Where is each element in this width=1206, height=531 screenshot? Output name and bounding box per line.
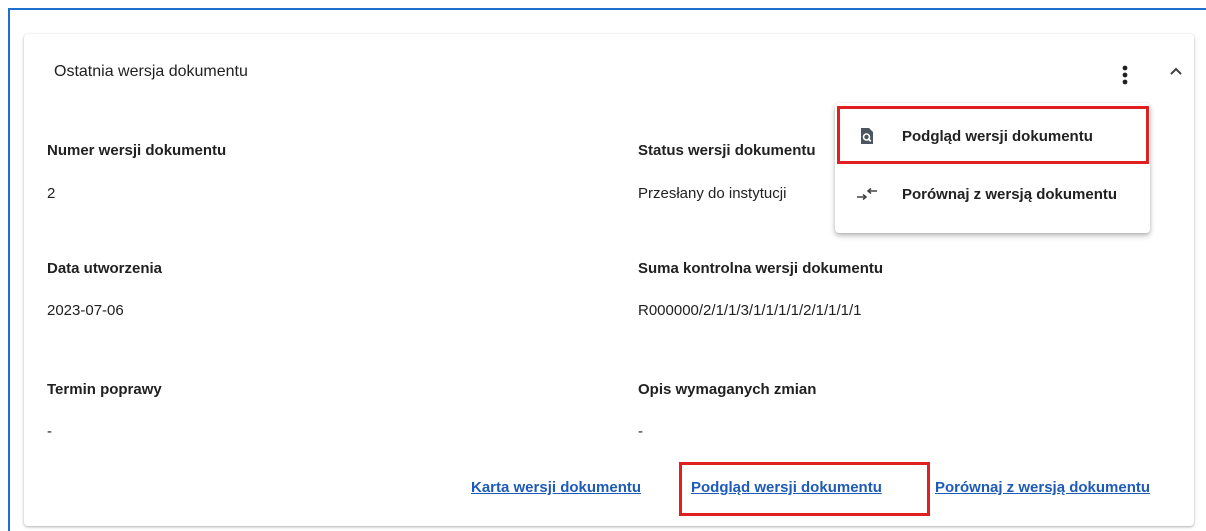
required-changes-value: -	[638, 423, 643, 440]
correction-deadline-label: Termin poprawy	[47, 381, 162, 398]
version-status-value: Przesłany do instytucji	[638, 185, 787, 202]
correction-deadline-value: -	[47, 423, 52, 440]
checksum-value: R000000/2/1/1/3/1/1/1/1/2/1/1/1/1	[638, 302, 862, 319]
creation-date-value: 2023-07-06	[47, 302, 124, 319]
menu-item-compare[interactable]: Porównaj z wersją dokumentu	[835, 166, 1150, 222]
chevron-up-icon	[1169, 63, 1183, 81]
version-card-link[interactable]: Karta wersji dokumentu	[471, 479, 641, 496]
collapse-button[interactable]	[1162, 58, 1190, 86]
checksum-label: Suma kontrolna wersji dokumentu	[638, 260, 884, 277]
card-title: Ostatnia wersja dokumentu	[54, 63, 248, 80]
document-preview-icon	[856, 125, 878, 147]
version-preview-link[interactable]: Podgląd wersji dokumentu	[691, 479, 882, 496]
more-vertical-icon	[1122, 64, 1128, 86]
menu-item-compare-label: Porównaj z wersją dokumentu	[902, 185, 1118, 203]
compare-arrows-icon	[856, 183, 878, 205]
required-changes-label: Opis wymaganych zmian	[638, 381, 817, 398]
menu-item-preview[interactable]: Podgląd wersji dokumentu	[835, 108, 1150, 164]
version-number-label: Numer wersji dokumentu	[47, 142, 227, 159]
version-status-label: Status wersji dokumentu	[638, 142, 816, 159]
more-options-button[interactable]	[1111, 58, 1139, 92]
version-number-value: 2	[47, 185, 56, 202]
options-menu: Podgląd wersji dokumentu Porównaj z wers…	[835, 103, 1150, 233]
menu-item-preview-label: Podgląd wersji dokumentu	[902, 127, 1093, 145]
creation-date-label: Data utworzenia	[47, 260, 163, 277]
compare-version-link[interactable]: Porównaj z wersją dokumentu	[935, 479, 1150, 496]
